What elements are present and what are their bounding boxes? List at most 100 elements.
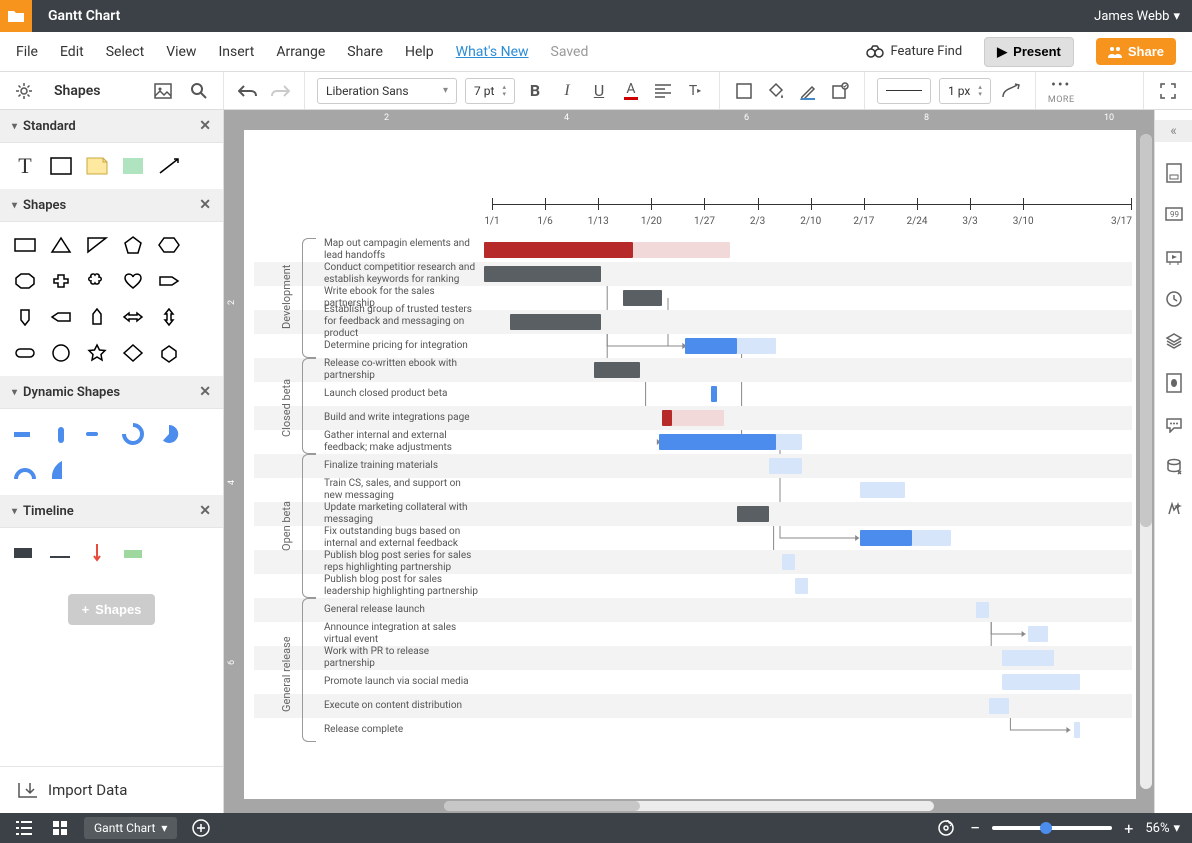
text-options-button[interactable]: T▸	[683, 79, 707, 103]
flowchart-shape-2[interactable]	[84, 232, 110, 258]
data-linking-icon[interactable]	[1163, 456, 1185, 478]
gantt-bar[interactable]	[860, 530, 912, 546]
font-family-select[interactable]: Liberation Sans ▾	[317, 78, 457, 104]
progress-pill-shape[interactable]	[50, 423, 72, 445]
flowchart-shape-18[interactable]	[120, 340, 146, 366]
flowchart-shape-10[interactable]	[12, 304, 38, 330]
gantt-bar[interactable]	[795, 578, 808, 594]
task-row[interactable]: General release launch	[254, 598, 1132, 622]
task-row[interactable]: Conduct competitior research and establi…	[254, 262, 1132, 286]
add-shapes-button[interactable]: + Shapes	[68, 594, 156, 625]
shape-options-button[interactable]	[828, 79, 852, 103]
task-row[interactable]: Establish group of trusted testers for f…	[254, 310, 1132, 334]
block-shape[interactable]	[48, 153, 74, 179]
close-icon[interactable]: ✕	[199, 197, 211, 213]
gantt-bar[interactable]	[1074, 722, 1080, 738]
image-icon[interactable]	[151, 79, 175, 103]
gantt-bar[interactable]	[989, 698, 1008, 714]
gantt-bar[interactable]	[510, 314, 601, 330]
flowchart-shape-1[interactable]	[48, 232, 74, 258]
menu-share[interactable]: Share	[347, 44, 383, 60]
gantt-bar[interactable]	[912, 530, 951, 546]
list-view-icon[interactable]	[12, 816, 36, 840]
grid-view-icon[interactable]	[48, 816, 72, 840]
task-row[interactable]: Fix outstanding bugs based on internal a…	[254, 526, 1132, 550]
gantt-bar[interactable]	[484, 266, 601, 282]
flowchart-shape-4[interactable]	[156, 232, 182, 258]
share-button[interactable]: Share	[1096, 38, 1176, 65]
italic-button[interactable]: I	[555, 79, 579, 103]
gantt-bar[interactable]	[594, 362, 639, 378]
settings-icon[interactable]	[12, 79, 36, 103]
actions-icon[interactable]	[1163, 498, 1185, 520]
scrollbar-vertical[interactable]	[1140, 134, 1152, 789]
section-dynamic[interactable]: ▾ Dynamic Shapes ✕	[0, 376, 223, 409]
flowchart-shape-19[interactable]	[156, 340, 182, 366]
milestone-shape[interactable]	[86, 542, 108, 564]
section-standard[interactable]: ▾ Standard ✕	[0, 110, 223, 143]
zoom-out-button[interactable]: −	[970, 818, 980, 839]
layers-icon[interactable]	[1163, 330, 1185, 352]
comments-icon[interactable]: 99	[1163, 204, 1185, 226]
gantt-bar[interactable]	[484, 242, 633, 258]
flowchart-shape-5[interactable]	[12, 268, 38, 294]
menu-edit[interactable]: Edit	[60, 44, 84, 60]
line-style-select[interactable]	[877, 78, 931, 104]
gantt-bar[interactable]	[659, 434, 776, 450]
gantt-bar[interactable]	[633, 242, 730, 258]
line-options-button[interactable]	[999, 79, 1023, 103]
flowchart-shape-6[interactable]	[48, 268, 74, 294]
flowchart-shape-8[interactable]	[120, 268, 146, 294]
page-tab[interactable]: Gantt Chart ▾	[84, 817, 177, 839]
gantt-bar[interactable]	[776, 434, 802, 450]
shape-fill-button[interactable]	[732, 79, 756, 103]
flowchart-shape-12[interactable]	[84, 304, 110, 330]
target-icon[interactable]	[934, 816, 958, 840]
themes-icon[interactable]	[1163, 372, 1185, 394]
history-icon[interactable]	[1163, 288, 1185, 310]
flowchart-shape-13[interactable]	[120, 304, 146, 330]
task-row[interactable]: Gather internal and external feedback; m…	[254, 430, 1132, 454]
more-button[interactable]: ••• MORE	[1048, 79, 1075, 103]
flowchart-shape-16[interactable]	[48, 340, 74, 366]
gantt-bar[interactable]	[737, 506, 769, 522]
text-shape[interactable]: T	[12, 153, 38, 179]
align-button[interactable]	[651, 79, 675, 103]
zoom-slider[interactable]	[992, 826, 1112, 830]
search-icon[interactable]	[187, 79, 211, 103]
task-row[interactable]: Determine pricing for integration	[254, 334, 1132, 358]
interval-shape[interactable]	[122, 542, 144, 564]
timeline-line-shape[interactable]	[50, 542, 72, 564]
present-button[interactable]: ▶ Present	[984, 37, 1074, 67]
task-row[interactable]: Publish blog post series for sales reps …	[254, 550, 1132, 574]
document-title[interactable]: Gantt Chart	[32, 8, 120, 24]
scrollbar-horizontal[interactable]	[444, 801, 934, 811]
fill-color-button[interactable]	[764, 79, 788, 103]
task-row[interactable]: Publish blog post for sales leadership h…	[254, 574, 1132, 598]
user-menu[interactable]: James Webb ▾	[1094, 9, 1192, 24]
slides-icon[interactable]	[1163, 246, 1185, 268]
flowchart-shape-9[interactable]	[156, 268, 182, 294]
gantt-bar[interactable]	[737, 338, 776, 354]
section-shapes[interactable]: ▾ Shapes ✕	[0, 189, 223, 222]
task-row[interactable]: Release co-written ebook with partnershi…	[254, 358, 1132, 382]
zoom-level[interactable]: 56% ▾	[1145, 821, 1180, 836]
gantt-bar[interactable]	[1002, 650, 1054, 666]
gantt-bar[interactable]	[976, 602, 989, 618]
flowchart-shape-15[interactable]	[12, 340, 38, 366]
gantt-bar[interactable]	[685, 338, 737, 354]
donut-shape[interactable]	[122, 423, 144, 445]
menu-help[interactable]: Help	[405, 44, 434, 60]
line-width-select[interactable]: 1 px ▴▾	[939, 78, 991, 104]
task-row[interactable]: Work with PR to release partnership	[254, 646, 1132, 670]
border-color-button[interactable]	[796, 79, 820, 103]
task-row[interactable]: Map out campagin elements and lead hando…	[254, 238, 1132, 262]
timeline-block-shape[interactable]	[14, 542, 36, 564]
gantt-bar[interactable]	[662, 410, 672, 426]
task-row[interactable]: Promote launch via social media	[254, 670, 1132, 694]
task-row[interactable]: Announce integration at sales virtual ev…	[254, 622, 1132, 646]
gantt-bar[interactable]	[1028, 626, 1047, 642]
bold-button[interactable]: B	[523, 79, 547, 103]
font-size-select[interactable]: 7 pt ▴▾	[465, 78, 515, 104]
flowchart-shape-14[interactable]	[156, 304, 182, 330]
